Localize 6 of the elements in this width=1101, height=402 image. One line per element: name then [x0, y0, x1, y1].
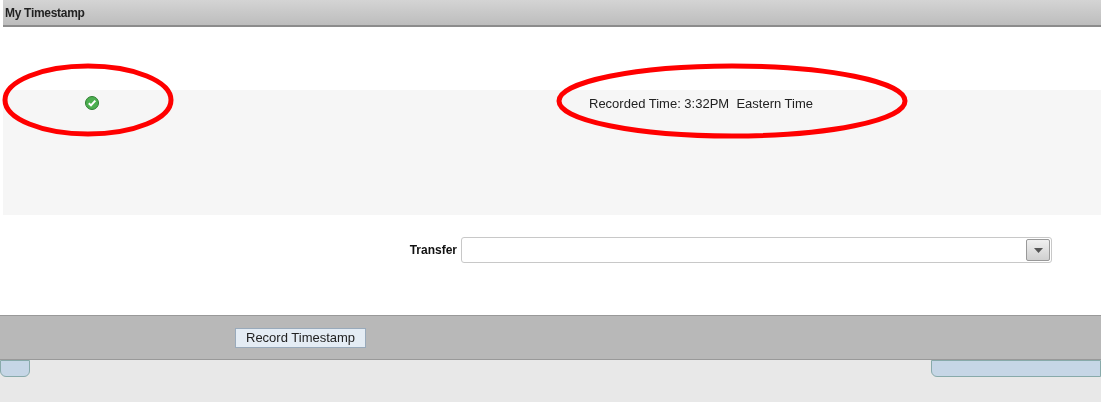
right-tab[interactable] — [931, 360, 1101, 377]
window-title: My Timestamp — [5, 4, 85, 22]
left-tab[interactable] — [0, 360, 30, 377]
transfer-label: Transfer — [409, 242, 457, 259]
record-timestamp-button[interactable]: Record Timestamp — [235, 327, 367, 348]
recorded-time-text: Recorded Time: 3:32PM Eastern Time — [588, 95, 813, 113]
